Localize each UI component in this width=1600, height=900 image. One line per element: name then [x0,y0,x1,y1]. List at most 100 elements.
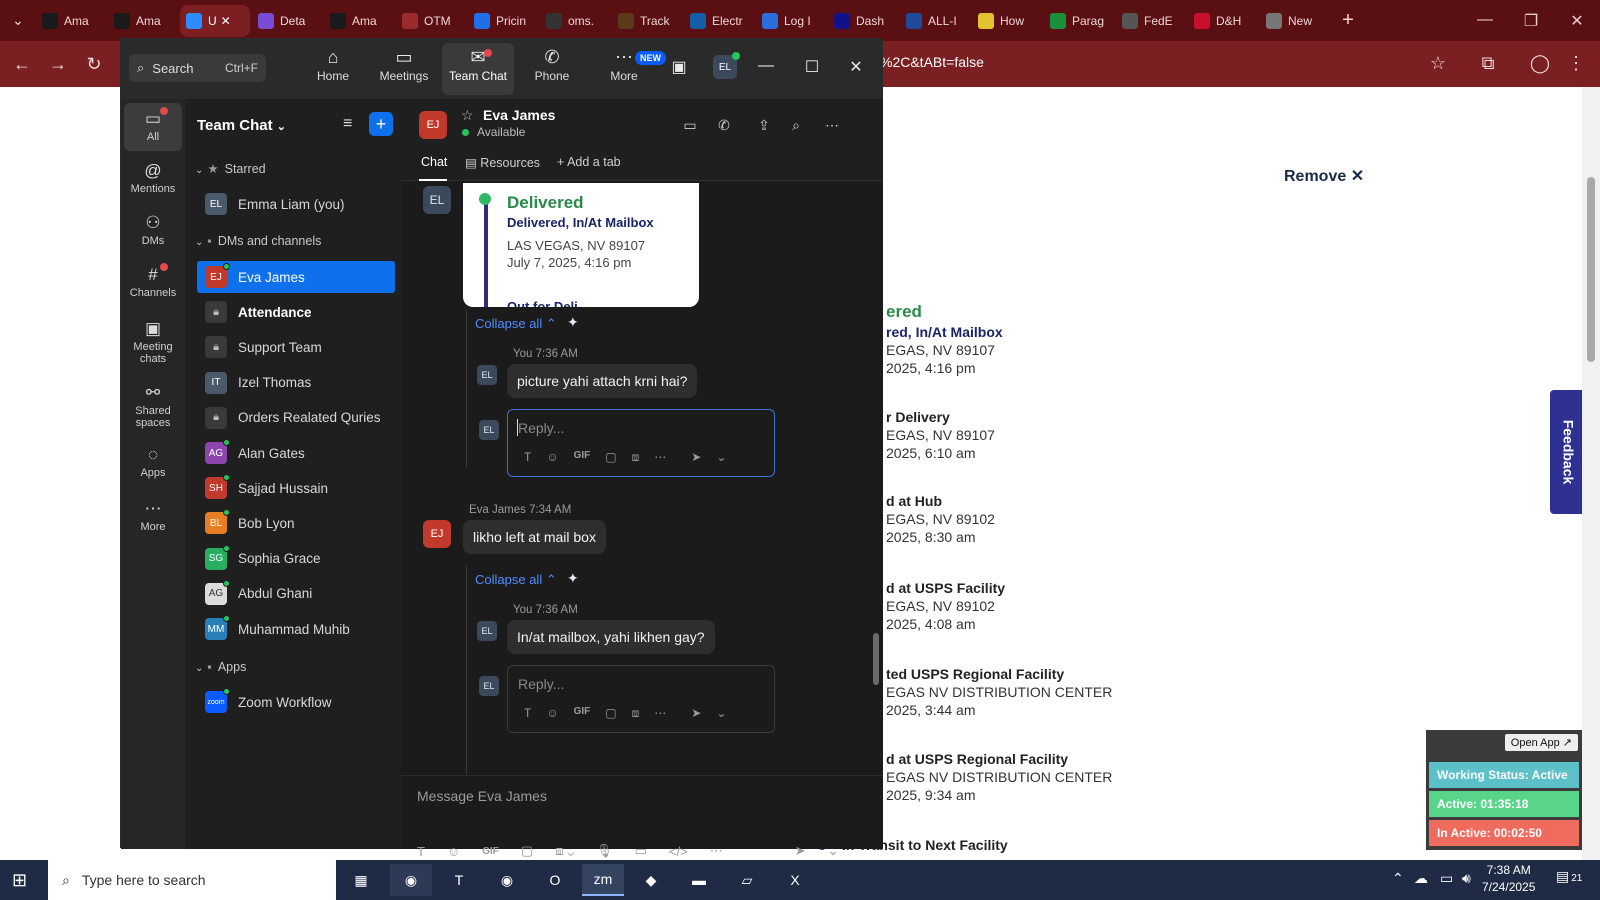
app-icon[interactable]: ◆ [630,864,672,896]
tracking-card[interactable]: Delivered Delivered, In/At Mailbox LAS V… [463,183,699,307]
tray-chevron-icon[interactable]: ⌃ [1392,870,1404,887]
taskbar-clock[interactable]: 7:38 AM 7/24/2025 [1482,862,1535,896]
microphone-icon[interactable]: 🎙︎ [596,843,613,859]
start-button[interactable]: ⊞ [12,870,27,891]
close-tab-icon[interactable]: ✕ [221,14,231,28]
send-options-chevron-icon[interactable]: ⌄ [716,706,726,721]
send-options-chevron-icon[interactable]: ⌄ [828,843,839,859]
top-tab-team-chat[interactable]: ✉ Team Chat [442,43,514,95]
tab-add[interactable]: + Add a tab [557,155,621,169]
phone-call-icon[interactable]: ✆ [713,117,735,134]
volume-icon[interactable]: 🔊︎ [1462,870,1471,887]
send-icon[interactable]: ➤ [795,843,806,859]
top-tab-phone[interactable]: ✆ Phone [516,43,588,95]
reply-input[interactable]: Reply... [518,420,564,436]
chrome-profile-icon[interactable]: ◉ [486,864,528,896]
page-scroll-thumb[interactable] [1587,177,1595,362]
browser-tab[interactable]: oms. [540,5,610,37]
new-chat-button[interactable]: + [369,112,393,136]
url-text[interactable]: %2C&tABt=false [880,54,984,70]
section-starred[interactable]: ⌄ ★ Starred [195,161,266,176]
code-snippet-icon[interactable]: </> [669,844,688,859]
feedback-tab[interactable]: Feedback [1550,390,1586,514]
chat-search-icon[interactable]: ⌕ [785,117,807,134]
browser-tab[interactable]: D&H [1188,5,1258,37]
browser-tab[interactable]: Electr [684,5,754,37]
format-text-icon[interactable]: T [524,450,531,465]
task-view-icon[interactable]: ▦ [340,864,382,896]
message-composer[interactable]: Message Eva James [401,775,883,849]
browser-tab[interactable]: Pricin [468,5,538,37]
emoji-icon[interactable]: ☺ [546,450,558,465]
rail-item-channels[interactable]: # Channels [124,259,182,305]
contact-name[interactable]: Eva James [483,107,555,123]
section-dms-channels[interactable]: ⌄ ▪ DMs and channels [195,234,321,248]
emoji-icon[interactable]: ☺ [447,844,460,859]
file-explorer-icon[interactable]: ▬ [678,864,720,896]
channel-item[interactable]: 🔒︎ Attendance [197,296,395,328]
zoom-close-button[interactable]: ✕ [841,57,871,77]
reply-box[interactable]: Reply... T ☺ GIF ▢ ⧈ ⋯ ➤ ⌄ [507,665,775,733]
browser-tab[interactable]: Log I [756,5,826,37]
zoom-search[interactable]: ⌕ Search Ctrl+F [129,54,266,82]
filter-icon[interactable]: ≡ [343,115,352,133]
more-options-icon[interactable]: ⋯ [654,450,666,465]
ai-sparkle-icon[interactable]: ✦ [567,314,579,331]
message-bubble[interactable]: In/at mailbox, yahi likhen gay? [507,620,715,654]
zoom-minimize-button[interactable]: — [751,57,781,75]
channel-item[interactable]: BL Bob Lyon [197,507,395,539]
minimize-window-button[interactable]: — [1462,11,1508,31]
calendar-icon[interactable]: ▣ [664,57,694,77]
browser-tab[interactable]: Deta [252,5,322,37]
more-options-icon[interactable]: ⋯ [710,843,723,859]
zoom-taskbar-icon[interactable]: zm [582,864,624,896]
contact-avatar[interactable]: EJ [419,111,447,139]
browser-tab[interactable]: Track [612,5,682,37]
file-icon[interactable]: ▢ [605,450,616,465]
close-window-button[interactable]: ✕ [1554,11,1600,31]
top-tab-home[interactable]: ⌂ Home [297,43,369,95]
teams-icon[interactable]: T [438,864,480,896]
video-call-icon[interactable]: ▭ [679,117,701,134]
screenshot-icon[interactable]: ⧈ [632,450,640,465]
onedrive-icon[interactable]: ☁ [1414,870,1428,887]
browser-menu-icon[interactable]: ⋮ [1563,50,1589,76]
more-options-icon[interactable]: ⋯ [654,706,666,721]
back-button[interactable]: ← [4,54,40,75]
user-avatar[interactable]: EL [713,52,740,79]
browser-tab[interactable]: Dash [828,5,898,37]
channel-item[interactable]: AG Alan Gates [197,437,395,469]
composer-input[interactable]: Message Eva James [417,788,547,804]
bookmark-star-icon[interactable]: ☆ [1425,50,1451,76]
profile-icon[interactable]: ◯ [1527,50,1553,76]
outlook-icon[interactable]: O [534,864,576,896]
chat-scroll-thumb[interactable] [873,633,879,685]
channel-item[interactable]: SG Sophia Grace [197,543,395,575]
channel-item[interactable]: MM Muhammad Muhib [197,613,395,645]
browser-tab[interactable]: U ✕ [180,4,250,37]
page-scrollbar[interactable] [1582,87,1600,860]
message-bubble[interactable]: likho left at mail box [463,520,606,554]
gif-icon[interactable]: GIF [574,450,591,465]
channel-item[interactable]: EL Emma Liam (you) [197,188,395,220]
rail-item-dms[interactable]: ⚇ DMs [124,207,182,251]
excel-icon[interactable]: X [774,864,816,896]
remove-button[interactable]: Remove ✕ [1284,166,1364,186]
rail-item-shared-spaces[interactable]: ⚯ Shared spaces [124,377,182,433]
taskbar-search[interactable]: ⌕ Type here to search [48,860,336,900]
reply-box[interactable]: Reply... T ☺ GIF ▢ ⧈ ⋯ ➤ ⌄ [507,409,775,477]
screenshot-icon[interactable]: ⧈ [632,706,640,721]
video-message-icon[interactable]: ▭ [635,843,647,859]
send-icon[interactable]: ➤ [691,450,701,465]
send-icon[interactable]: ➤ [691,706,701,721]
format-text-icon[interactable]: T [524,706,531,721]
browser-tab[interactable]: OTM [396,5,466,37]
file-icon[interactable]: ▢ [605,706,616,721]
channel-item[interactable]: SH Sajjad Hussain [197,472,395,504]
browser-tab[interactable]: Ama [36,5,106,37]
collapse-all-button[interactable]: Collapse all ⌃ [475,572,557,588]
star-icon[interactable]: ☆ [461,107,474,124]
message-bubble[interactable]: picture yahi attach krni hai? [507,364,698,398]
share-screen-icon[interactable]: ⇪ [753,117,775,134]
rail-item-mentions[interactable]: @ Mentions [124,155,182,199]
